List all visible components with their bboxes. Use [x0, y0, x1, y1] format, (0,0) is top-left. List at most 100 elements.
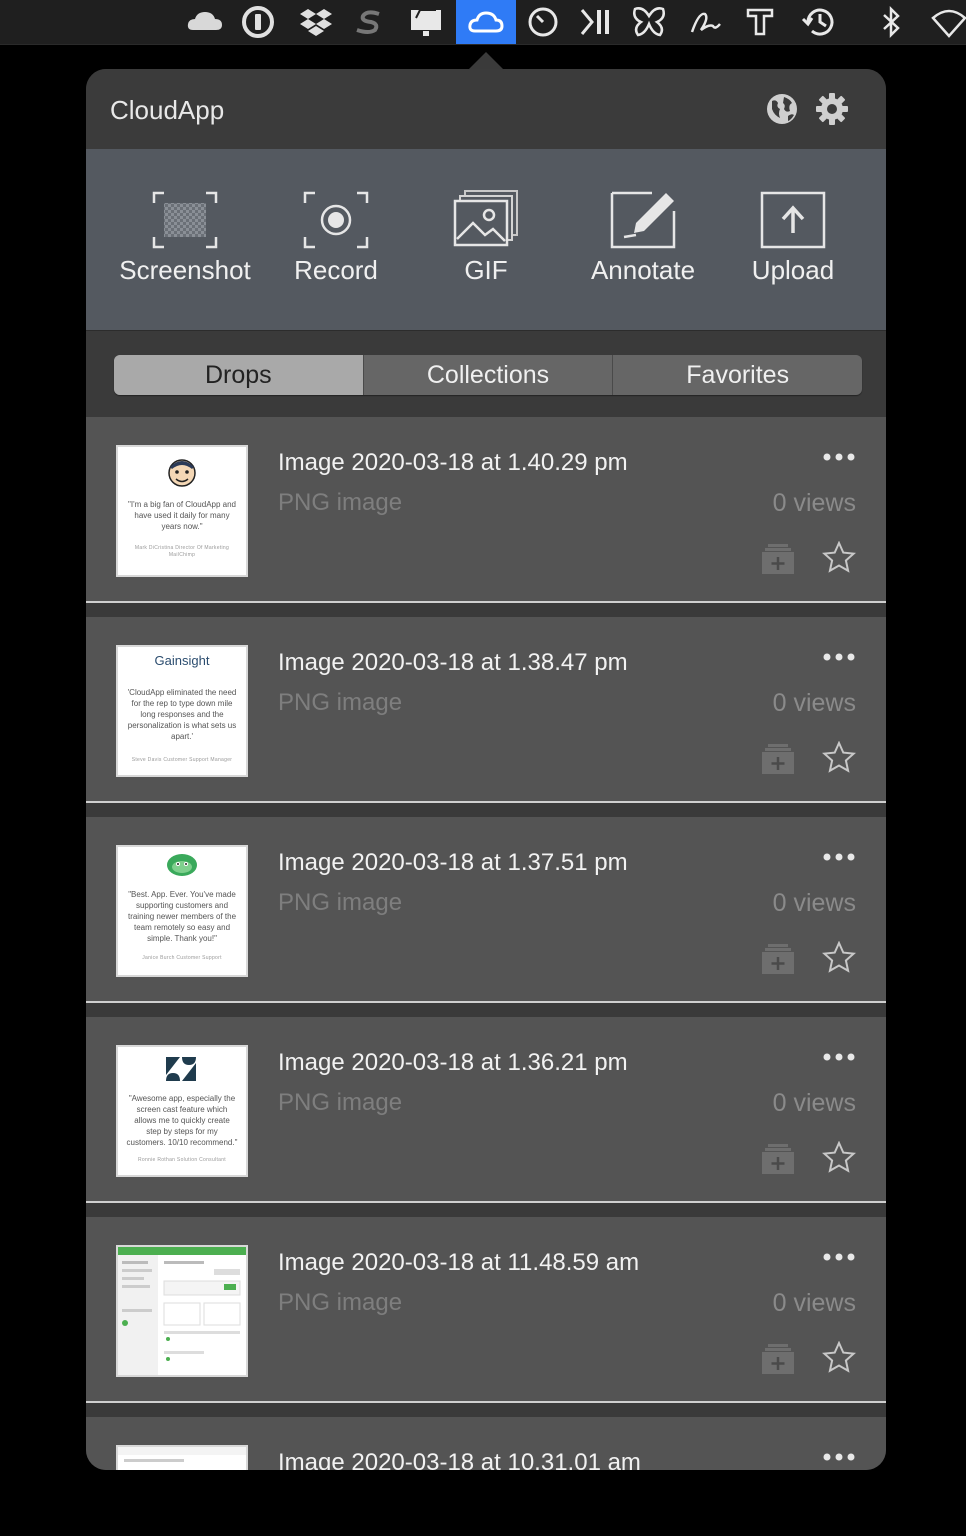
- drop-views: 0 views: [772, 1089, 856, 1117]
- drop-type: PNG image: [278, 689, 403, 716]
- time-machine-icon[interactable]: [791, 0, 849, 44]
- add-to-collection-icon[interactable]: [762, 743, 794, 775]
- thumb-author: Janice Burch Customer Support: [142, 955, 222, 961]
- display-icon[interactable]: [397, 0, 455, 44]
- thumb-author: Ronnie Rothan Solution Consultant: [137, 1157, 226, 1163]
- drop-row[interactable]: Image 2020-03-18 at 11.48.59 am PNG imag…: [86, 1217, 886, 1403]
- thumb-quote: "I'm a big fan of CloudApp and have used…: [128, 500, 236, 531]
- drop-row[interactable]: "Best. App. Ever. You've made supporting…: [86, 817, 886, 1003]
- dropbox-icon[interactable]: [287, 0, 345, 44]
- record-button[interactable]: Record: [261, 189, 411, 299]
- annotate-label: Annotate: [590, 255, 696, 285]
- drop-type: PNG image: [278, 1289, 403, 1316]
- drop-thumbnail: Gainsight 'CloudApp eliminated the need …: [116, 645, 248, 777]
- drop-title[interactable]: Image 2020-03-18 at 1.36.21 pm: [278, 1049, 628, 1077]
- record-icon: [303, 191, 369, 249]
- star-icon[interactable]: [822, 541, 856, 575]
- tab-collections[interactable]: Collections: [362, 355, 613, 395]
- media-skip-icon[interactable]: [567, 0, 625, 44]
- app-screenshot-icon: [118, 1247, 246, 1375]
- drop-views: 0 views: [772, 689, 856, 717]
- star-icon[interactable]: [822, 741, 856, 775]
- drop-thumbnail: "I'm a big fan of CloudApp and have used…: [116, 445, 248, 577]
- annotate-button[interactable]: Annotate: [568, 189, 718, 299]
- drop-type: PNG image: [278, 1089, 403, 1116]
- more-icon[interactable]: [822, 1451, 856, 1463]
- add-to-collection-icon[interactable]: [762, 1343, 794, 1375]
- gif-label: GIF: [464, 255, 508, 285]
- thumb-quote: "Awesome app, especially the screen cast…: [126, 1094, 238, 1147]
- popover-arrow: [468, 52, 504, 70]
- more-icon[interactable]: [822, 451, 856, 463]
- drop-row[interactable]: "Awesome app, especially the screen cast…: [86, 1017, 886, 1203]
- drop-views: 0 views: [772, 1289, 856, 1317]
- tab-favorites[interactable]: Favorites: [612, 355, 862, 395]
- drop-type: PNG image: [278, 889, 403, 916]
- annotate-icon: [610, 191, 676, 249]
- thumb-brand: Gainsight: [154, 653, 210, 668]
- 1password-icon[interactable]: [229, 0, 287, 44]
- segmented-tabs: Drops Collections Favorites: [114, 355, 862, 395]
- thumb-author: Steve Davis Customer Support Manager: [131, 757, 233, 763]
- drop-row[interactable]: "I'm a big fan of CloudApp and have used…: [86, 417, 886, 603]
- drop-thumbnail: "Awesome app, especially the screen cast…: [116, 1045, 248, 1177]
- gif-button[interactable]: GIF: [411, 189, 561, 299]
- drop-title[interactable]: Image 2020-03-18 at 1.37.51 pm: [278, 849, 628, 877]
- upload-label: Upload: [751, 255, 835, 285]
- upload-button[interactable]: Upload: [718, 189, 868, 299]
- drop-views: 0 views: [772, 889, 856, 917]
- more-icon[interactable]: [822, 1051, 856, 1063]
- drop-title[interactable]: Image 2020-03-18 at 10.31.01 am: [278, 1449, 641, 1470]
- popover-header: CloudApp: [86, 69, 886, 150]
- more-icon[interactable]: [822, 851, 856, 863]
- app-title: CloudApp: [110, 95, 225, 125]
- creative-cloud-icon[interactable]: [176, 0, 234, 44]
- zendesk-logo-icon: [166, 1057, 196, 1081]
- drop-title[interactable]: Image 2020-03-18 at 1.38.47 pm: [278, 649, 628, 677]
- star-icon[interactable]: [822, 1141, 856, 1175]
- upload-icon: [760, 191, 826, 249]
- gif-icon: [453, 190, 518, 247]
- butterfly-icon[interactable]: [620, 0, 678, 44]
- thumb-quote: "Best. App. Ever. You've made supporting…: [127, 890, 237, 943]
- signature-icon[interactable]: [678, 0, 736, 44]
- clock-icon[interactable]: [514, 0, 572, 44]
- record-label: Record: [294, 255, 378, 285]
- thumb-quote: 'CloudApp eliminated the need for the re…: [127, 688, 237, 741]
- tabs-area: Drops Collections Favorites: [86, 331, 886, 418]
- more-icon[interactable]: [822, 1251, 856, 1263]
- drop-row[interactable]: Image 2020-03-18 at 10.31.01 am: [86, 1417, 886, 1470]
- drop-row[interactable]: Gainsight 'CloudApp eliminated the need …: [86, 617, 886, 803]
- drop-title[interactable]: Image 2020-03-18 at 1.40.29 pm: [278, 449, 628, 477]
- drop-thumbnail: [116, 1445, 248, 1470]
- bluetooth-icon[interactable]: [862, 0, 920, 44]
- more-icon[interactable]: [822, 651, 856, 663]
- cloudapp-popover: CloudApp Screenshot Record GIF Annotate …: [86, 69, 886, 1470]
- basecamp-logo-icon: [167, 854, 197, 876]
- capture-toolbar: Screenshot Record GIF Annotate Upload: [86, 149, 886, 331]
- cloudapp-icon[interactable]: [456, 0, 516, 44]
- globe-icon[interactable]: [764, 91, 800, 127]
- add-to-collection-icon[interactable]: [762, 543, 794, 575]
- drop-type: PNG image: [278, 489, 403, 516]
- drop-title[interactable]: Image 2020-03-18 at 11.48.59 am: [278, 1249, 639, 1277]
- thumb-author: Mark DiCristina Director Of Marketing Ma…: [134, 545, 230, 558]
- wifi-icon[interactable]: [920, 0, 966, 44]
- screenshot-label: Screenshot: [119, 255, 251, 285]
- app-screenshot-icon: [118, 1447, 246, 1462]
- menu-bar: [0, 0, 966, 45]
- screenshot-icon: [152, 191, 218, 249]
- s-logo-icon[interactable]: [340, 0, 398, 44]
- tab-drops[interactable]: Drops: [114, 355, 363, 395]
- drop-views: 0 views: [772, 489, 856, 517]
- type-icon[interactable]: [731, 0, 789, 44]
- mailchimp-logo-icon: [168, 459, 196, 487]
- gear-icon[interactable]: [814, 91, 850, 127]
- drop-thumbnail: "Best. App. Ever. You've made supporting…: [116, 845, 248, 977]
- star-icon[interactable]: [822, 941, 856, 975]
- drop-thumbnail: [116, 1245, 248, 1377]
- add-to-collection-icon[interactable]: [762, 1143, 794, 1175]
- star-icon[interactable]: [822, 1341, 856, 1375]
- add-to-collection-icon[interactable]: [762, 943, 794, 975]
- screenshot-button[interactable]: Screenshot: [110, 189, 260, 299]
